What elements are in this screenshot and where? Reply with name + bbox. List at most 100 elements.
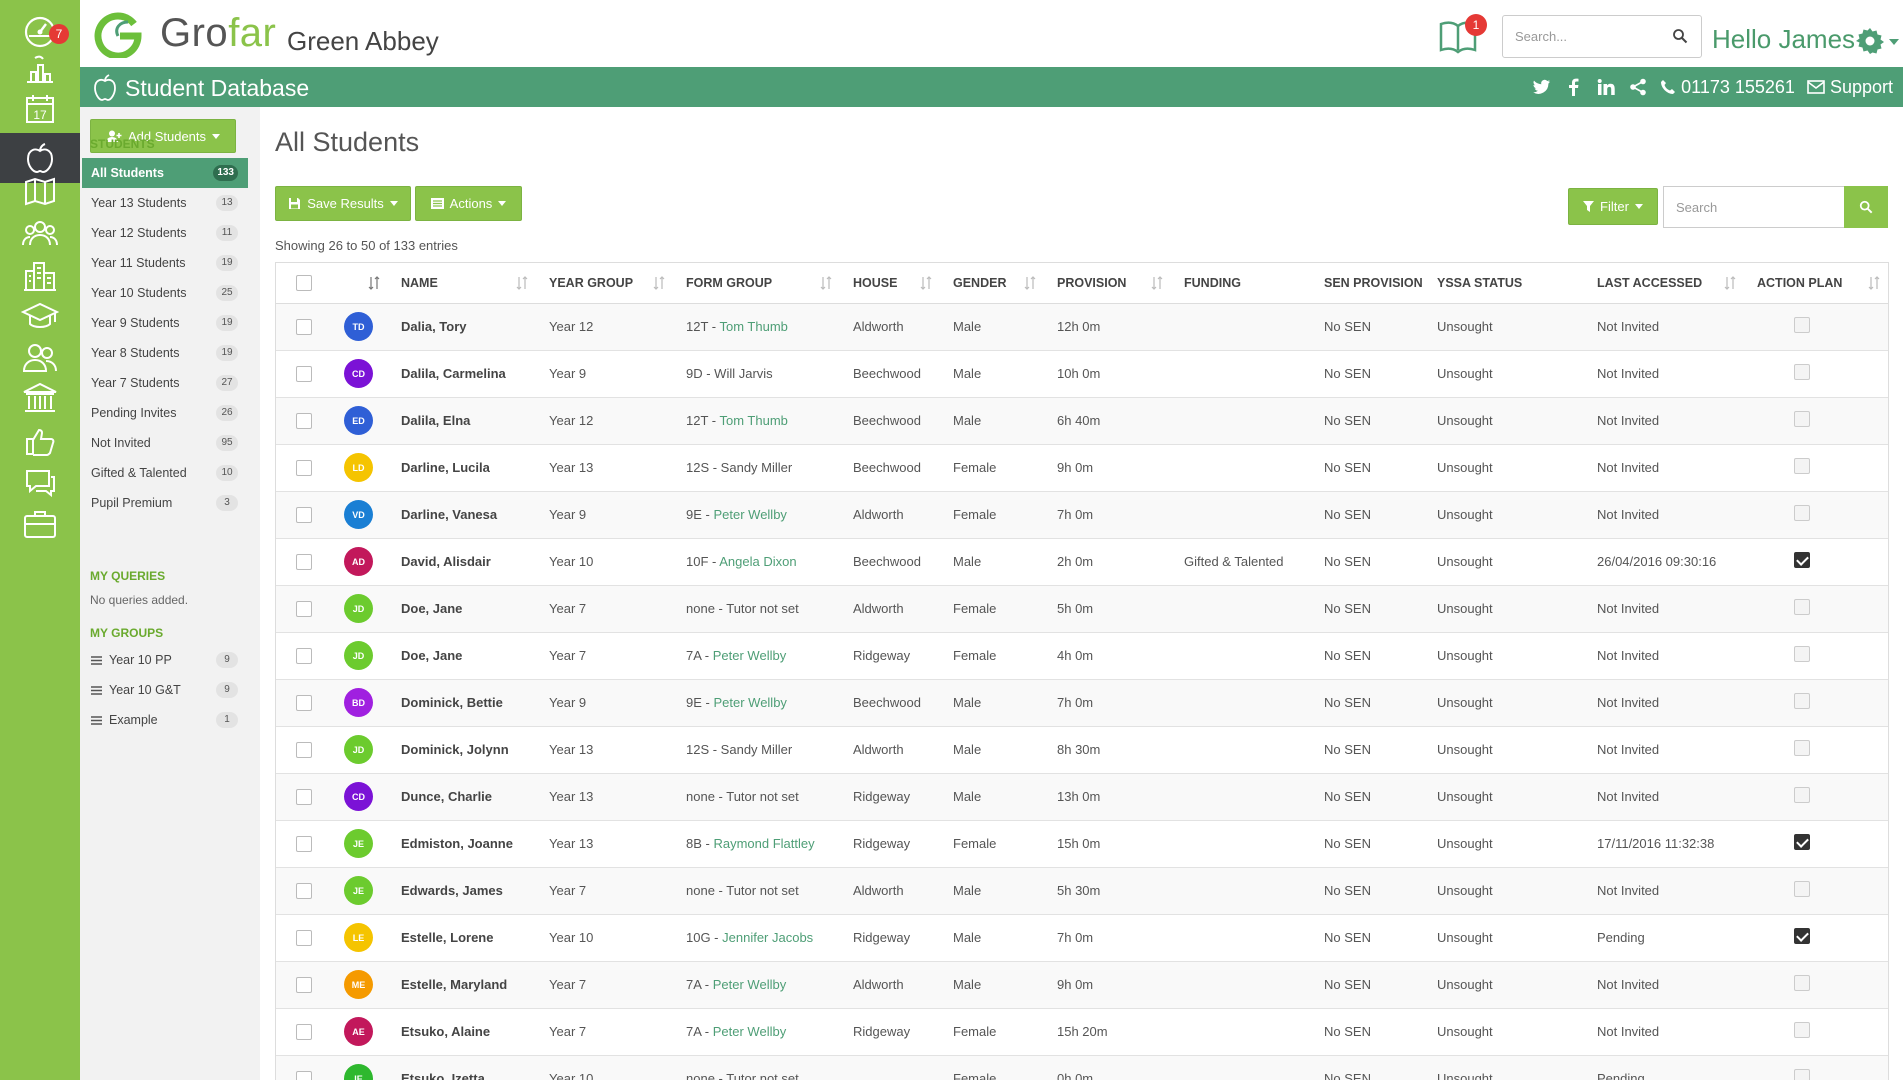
user-greeting[interactable]: Hello James [1712,24,1855,55]
column-header-sen-provision[interactable]: SEN PROVISION [1311,263,1424,304]
table-row[interactable]: JD Dominick, Jolynn Year 13 12S - Sandy Mil… [276,726,1888,774]
sidebar-item-year-9[interactable]: Year 9 Students 19 [82,308,248,338]
table-row[interactable]: IE Etsuko, Izetta Year 10 none - Tutor not … [276,1055,1888,1080]
column-header-yssa-status[interactable]: YSSA STATUS [1424,263,1584,304]
rail-calendar[interactable]: 17 [0,84,80,134]
table-row[interactable]: AD David, Alisdair Year 10 10F - Angela Dix… [276,538,1888,586]
tutor-link[interactable]: Peter Wellby [713,648,786,663]
select-all-checkbox[interactable] [296,274,312,291]
student-name[interactable]: Estelle, Lorene [388,914,536,962]
column-header-name[interactable]: NAME [388,263,536,304]
row-checkbox[interactable] [296,1070,312,1080]
action-plan-checkbox[interactable] [1794,505,1810,521]
share-icon[interactable] [1628,77,1648,97]
sidebar-item-not-invited[interactable]: Not Invited 95 [82,428,248,458]
student-name[interactable]: David, Alisdair [388,538,536,586]
action-plan-checkbox[interactable] [1794,881,1810,897]
table-row[interactable]: JE Edwards, James Year 7 none - Tutor not s… [276,867,1888,915]
sidebar-item-gifted-talented[interactable]: Gifted & Talented 10 [82,458,248,488]
grofar-logo-icon[interactable] [94,10,142,58]
linkedin-icon[interactable] [1596,77,1616,97]
action-plan-checkbox[interactable] [1794,317,1810,333]
student-name[interactable]: Dunce, Charlie [388,773,536,821]
support-link[interactable]: Support [1807,77,1893,98]
column-header-provision[interactable]: PROVISION [1044,263,1171,304]
action-plan-checkbox[interactable] [1794,1069,1810,1080]
table-search-button[interactable] [1844,186,1888,228]
phone-link[interactable]: 01173 155261 [1660,77,1795,98]
table-row[interactable]: TD Dalia, Tory Year 12 12T - Tom Thumb Aldwo… [276,303,1888,351]
table-row[interactable]: JD Doe, Jane Year 7 none - Tutor not set Ald… [276,585,1888,633]
row-checkbox[interactable] [296,882,312,899]
sidebar-item-year-12[interactable]: Year 12 Students 11 [82,218,248,248]
student-name[interactable]: Estelle, Maryland [388,961,536,1009]
action-plan-checkbox[interactable] [1794,364,1810,380]
student-name[interactable]: Dalila, Elna [388,397,536,445]
row-checkbox[interactable] [296,647,312,664]
column-header-year-group[interactable]: YEAR GROUP [536,263,673,304]
student-name[interactable]: Doe, Jane [388,585,536,633]
action-plan-checkbox[interactable] [1794,740,1810,756]
student-name[interactable]: Edmiston, Joanne [388,820,536,868]
student-name[interactable]: Dalila, Carmelina [388,350,536,398]
table-row[interactable]: BD Dominick, Bettie Year 9 9E - Peter Wellb… [276,679,1888,727]
table-row[interactable]: CD Dalila, Carmelina Year 9 9D - Will Jarvi… [276,350,1888,398]
column-header-action-plan[interactable]: ACTION PLAN [1744,263,1888,304]
facebook-icon[interactable] [1564,77,1584,97]
sidebar-item-pending-invites[interactable]: Pending Invites 26 [82,398,248,428]
chevron-down-icon[interactable] [1888,38,1900,46]
table-row[interactable]: ME Estelle, Maryland Year 7 7A - Peter Well… [276,961,1888,1009]
action-plan-checkbox[interactable] [1794,787,1810,803]
student-name[interactable]: Dominick, Bettie [388,679,536,727]
table-row[interactable]: AE Etsuko, Alaine Year 7 7A - Peter Wellby R… [276,1008,1888,1056]
row-checkbox[interactable] [296,459,312,476]
row-checkbox[interactable] [296,318,312,335]
sidebar-item-year-8[interactable]: Year 8 Students 19 [82,338,248,368]
search-icon[interactable] [1672,28,1688,44]
action-plan-checkbox[interactable] [1794,1022,1810,1038]
student-name[interactable]: Etsuko, Izetta [388,1055,536,1080]
action-plan-checkbox[interactable] [1794,599,1810,615]
tutor-link[interactable]: Jennifer Jacobs [722,930,813,945]
column-header-form-group[interactable]: FORM GROUP [673,263,840,304]
gear-icon[interactable] [1855,26,1885,56]
row-checkbox[interactable] [296,741,312,758]
twitter-icon[interactable] [1532,77,1552,97]
tutor-link[interactable]: Angela Dixon [719,554,796,569]
row-checkbox[interactable] [296,1023,312,1040]
table-row[interactable]: JD Doe, Jane Year 7 7A - Peter Wellby Ridgew… [276,632,1888,680]
action-plan-checkbox[interactable] [1794,693,1810,709]
student-name[interactable]: Edwards, James [388,867,536,915]
action-plan-checkbox[interactable] [1794,458,1810,474]
action-plan-checkbox[interactable] [1794,928,1810,944]
student-name[interactable]: Dominick, Jolynn [388,726,536,774]
row-checkbox[interactable] [296,412,312,429]
column-header-house[interactable]: HOUSE [840,263,940,304]
group-item-year-10-pp[interactable]: Year 10 PP 9 [82,645,248,675]
row-checkbox[interactable] [296,694,312,711]
action-plan-checkbox[interactable] [1794,646,1810,662]
column-header-gender[interactable]: GENDER [940,263,1044,304]
student-name[interactable]: Doe, Jane [388,632,536,680]
action-plan-checkbox[interactable] [1794,411,1810,427]
tutor-link[interactable]: Peter Wellby [713,507,786,522]
filter-button[interactable]: Filter [1568,188,1658,225]
row-checkbox[interactable] [296,600,312,617]
sidebar-item-all-students[interactable]: All Students 133 [82,158,248,188]
student-name[interactable]: Etsuko, Alaine [388,1008,536,1056]
row-checkbox[interactable] [296,788,312,805]
row-checkbox[interactable] [296,506,312,523]
group-item-example[interactable]: Example 1 [82,705,248,735]
sidebar-item-year-10[interactable]: Year 10 Students 25 [82,278,248,308]
table-row[interactable]: CD Dunce, Charlie Year 13 none - Tutor not … [276,773,1888,821]
row-checkbox[interactable] [296,365,312,382]
student-name[interactable]: Darline, Vanesa [388,491,536,539]
student-name[interactable]: Darline, Lucila [388,444,536,492]
tutor-link[interactable]: Tom Thumb [719,319,787,334]
action-plan-checkbox[interactable] [1794,834,1810,850]
column-header-last-accessed[interactable]: LAST ACCESSED [1584,263,1744,304]
tutor-link[interactable]: Raymond Flattley [713,836,814,851]
action-plan-checkbox[interactable] [1794,975,1810,991]
save-results-button[interactable]: Save Results [275,186,411,221]
tutor-link[interactable]: Peter Wellby [713,977,786,992]
